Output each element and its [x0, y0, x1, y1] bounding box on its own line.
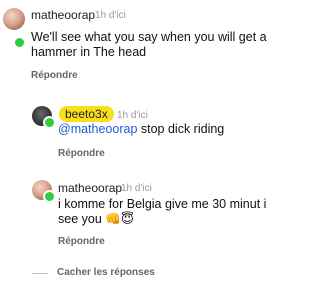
reply-button[interactable]: Répondre	[58, 148, 105, 159]
comment-text: i komme for Belgia give me 30 minut i se…	[58, 197, 267, 226]
comment-username[interactable]: matheoorap	[58, 181, 122, 195]
comment-text: @matheoorap stop dick riding	[58, 122, 288, 137]
avatar[interactable]	[3, 8, 25, 30]
comment-text: We'll see what you say when you will get…	[31, 30, 267, 59]
reply-button[interactable]: Répondre	[58, 236, 105, 247]
comment-username[interactable]: matheoorap	[31, 8, 95, 22]
hide-replies-divider	[32, 273, 48, 274]
comment-time: 1h d'ici	[117, 110, 148, 121]
mention-link[interactable]: @matheoorap	[58, 122, 137, 136]
reply-button[interactable]: Répondre	[31, 70, 78, 81]
comment-username[interactable]: beeto3x	[59, 106, 114, 122]
online-status-icon	[43, 190, 56, 203]
hide-replies-button[interactable]: Cacher les réponses	[57, 267, 155, 278]
comment-text-body: stop dick riding	[137, 122, 225, 136]
online-status-icon	[13, 36, 26, 49]
online-status-icon	[43, 116, 56, 129]
comment-time: 1h d'ici	[121, 183, 152, 194]
comment-time: 1h d'ici	[95, 10, 126, 21]
